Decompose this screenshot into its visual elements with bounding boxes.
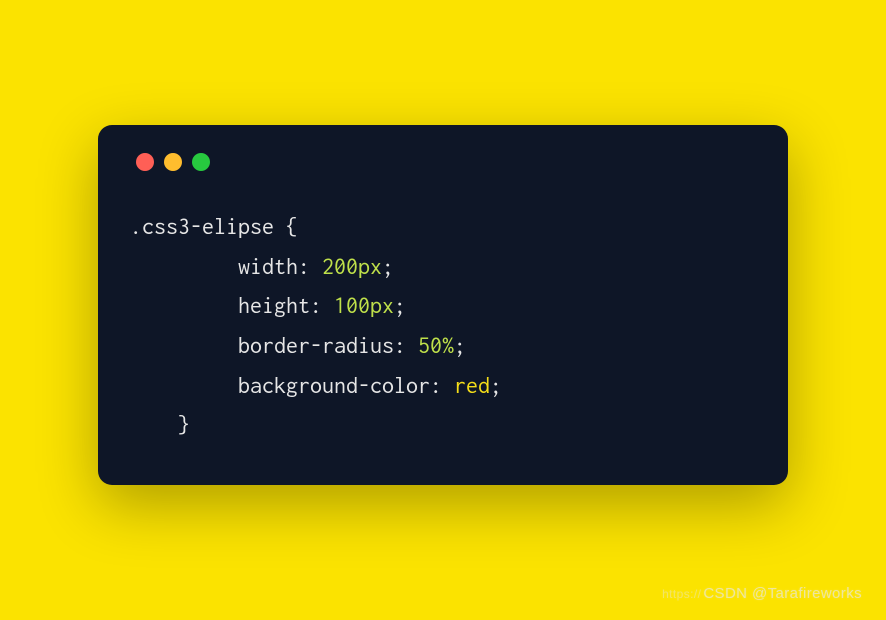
css-property: border-radius — [238, 332, 394, 358]
css-value: 200px — [322, 253, 382, 279]
open-brace: { — [286, 213, 298, 239]
watermark: https://CSDN @Tarafireworks — [662, 585, 862, 602]
css-property: height — [238, 292, 310, 318]
css-property: background-color — [238, 372, 430, 398]
watermark-prefix: https:// — [662, 587, 701, 601]
traffic-lights — [136, 153, 756, 171]
css-value: 50% — [418, 332, 454, 358]
css-property: width — [238, 253, 298, 279]
code-window: .css3-elipse { width: 200px; height: 100… — [98, 125, 788, 485]
css-selector: .css3-elipse — [130, 213, 274, 239]
watermark-text: CSDN @Tarafireworks — [703, 585, 862, 602]
css-value: red — [454, 372, 490, 398]
close-brace: } — [178, 411, 190, 437]
minimize-icon — [164, 153, 182, 171]
code-block: .css3-elipse { width: 200px; height: 100… — [130, 207, 756, 445]
css-value: 100px — [334, 292, 394, 318]
maximize-icon — [192, 153, 210, 171]
close-icon — [136, 153, 154, 171]
